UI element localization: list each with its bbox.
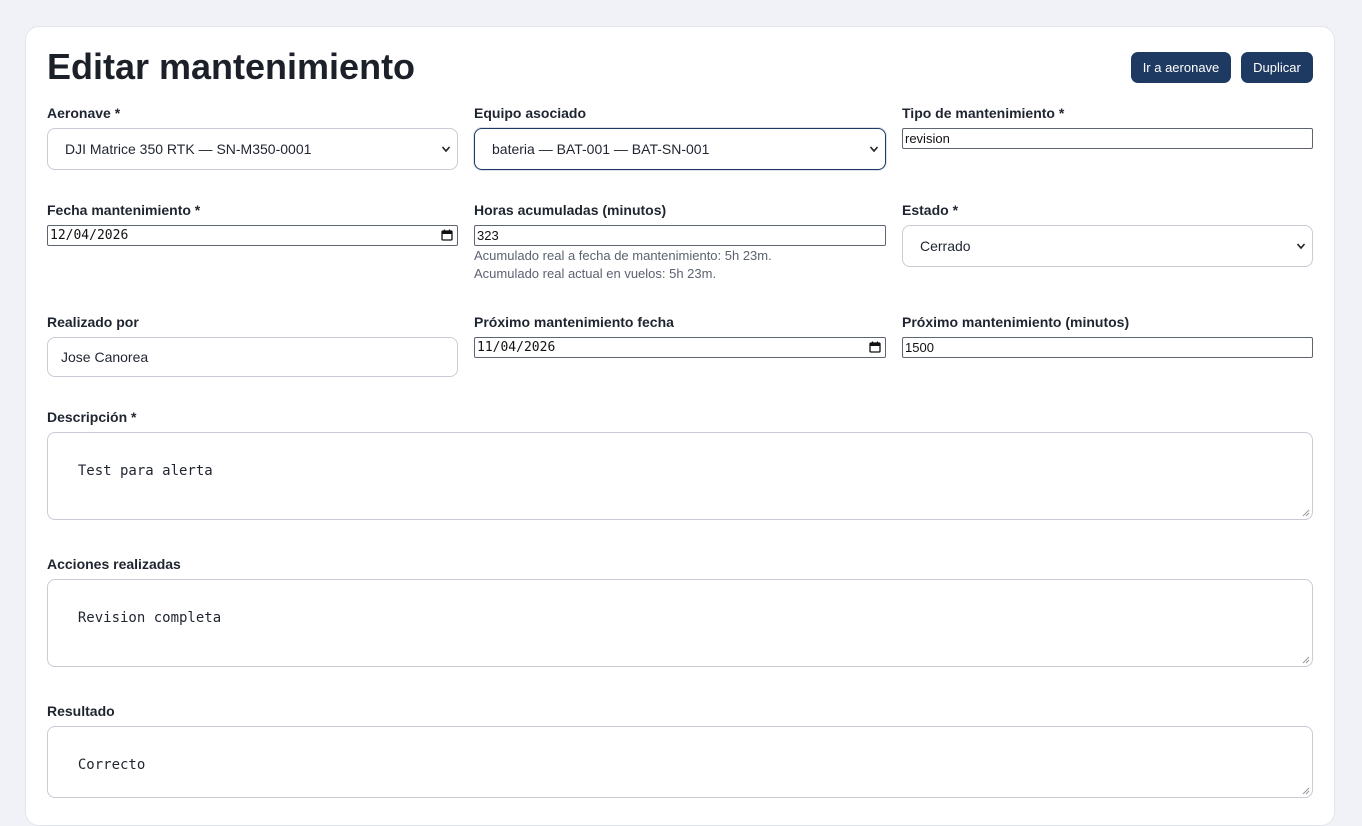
descripcion-label: Descripción * (47, 409, 137, 425)
chevron-down-icon (869, 146, 879, 153)
resultado-textarea[interactable]: Correcto (47, 726, 1313, 798)
aeronave-select-value: DJI Matrice 350 RTK — SN-M350-0001 (65, 141, 312, 157)
tipo-input[interactable]: revision (902, 128, 1313, 149)
acciones-textarea[interactable]: Revision completa (47, 579, 1313, 667)
fecha-label: Fecha mantenimiento * (47, 202, 201, 218)
resize-grip-icon[interactable] (1302, 656, 1310, 664)
horas-label: Horas acumuladas (minutos) (474, 202, 667, 218)
descripcion-value: Test para alerta (77, 463, 213, 479)
aeronave-select[interactable]: DJI Matrice 350 RTK — SN-M350-0001 (47, 128, 458, 170)
proxima-fecha-value: 11/04/2026 (477, 340, 556, 355)
realizado-label: Realizado por (47, 314, 139, 330)
tipo-label: Tipo de mantenimiento * (902, 105, 1065, 121)
horas-help-fecha: Acumulado real a fecha de mantenimiento:… (474, 248, 772, 263)
go-to-aircraft-button[interactable]: Ir a aeronave (1131, 52, 1231, 83)
acciones-label: Acciones realizadas (47, 556, 181, 572)
equipo-select-value: bateria — BAT-001 — BAT-SN-001 (492, 141, 710, 157)
chevron-down-icon (1296, 243, 1306, 250)
duplicate-button[interactable]: Duplicar (1241, 52, 1313, 83)
estado-label: Estado * (902, 202, 959, 218)
fecha-date-input[interactable]: 12/04/2026 (47, 225, 458, 246)
chevron-down-icon (441, 146, 451, 153)
resize-grip-icon[interactable] (1302, 509, 1310, 517)
fecha-value: 12/04/2026 (50, 228, 129, 243)
proxima-fecha-label: Próximo mantenimiento fecha (474, 314, 674, 330)
resize-grip-icon[interactable] (1302, 787, 1310, 795)
resultado-label: Resultado (47, 703, 115, 719)
equipo-label: Equipo asociado (474, 105, 587, 121)
proximo-minutos-input[interactable]: 1500 (902, 337, 1313, 358)
proximo-minutos-label: Próximo mantenimiento (minutos) (902, 314, 1130, 330)
horas-input[interactable]: 323 (474, 225, 886, 246)
estado-select[interactable]: Cerrado (902, 225, 1313, 267)
acciones-value: Revision completa (77, 610, 222, 626)
page-title: Editar mantenimiento (47, 46, 416, 87)
resultado-value: Correcto (77, 757, 146, 773)
realizado-input[interactable]: Jose Canorea (47, 337, 458, 377)
aeronave-label: Aeronave * (47, 105, 121, 121)
estado-select-value: Cerrado (920, 238, 971, 254)
horas-help-actual: Acumulado real actual en vuelos: 5h 23m. (474, 266, 717, 281)
calendar-icon[interactable] (441, 229, 453, 241)
calendar-icon[interactable] (869, 341, 881, 353)
proxima-fecha-date-input[interactable]: 11/04/2026 (474, 337, 886, 358)
descripcion-textarea[interactable]: Test para alerta (47, 432, 1313, 520)
equipo-select[interactable]: bateria — BAT-001 — BAT-SN-001 (474, 128, 886, 170)
